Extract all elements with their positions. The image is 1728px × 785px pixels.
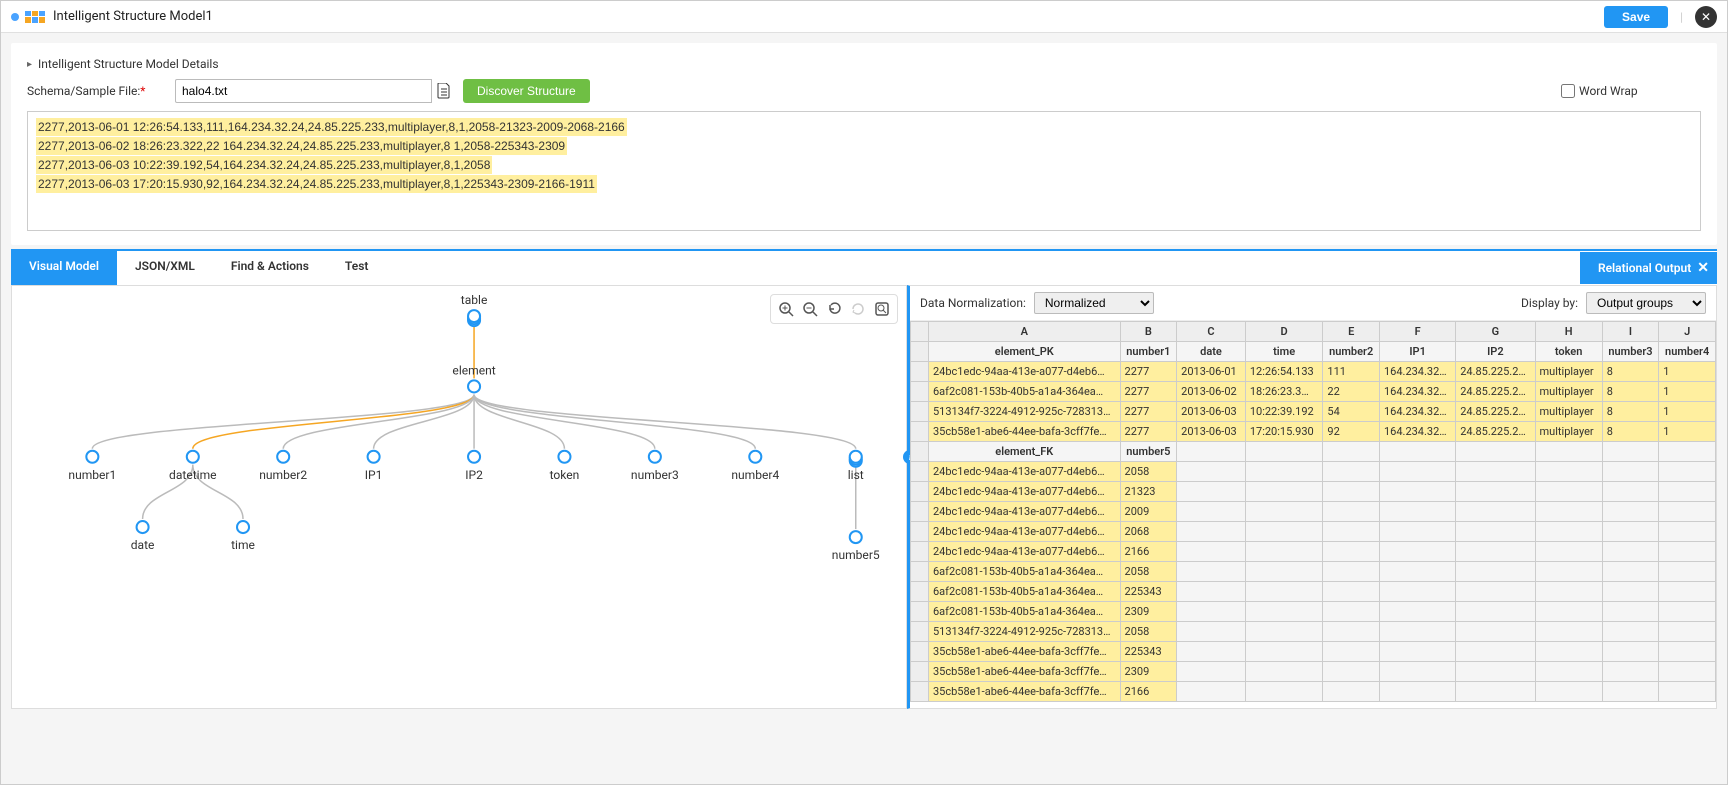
table-row[interactable]: 6af2c081-153b-40b5-a1a4-364ea…2058 <box>911 562 1716 582</box>
divider: | <box>1680 10 1683 24</box>
svg-text:number5: number5 <box>832 548 880 562</box>
display-by-label: Display by: <box>1521 296 1578 310</box>
tree-node-number4[interactable]: number4 <box>731 451 779 482</box>
table-row[interactable]: 24bc1edc-94aa-413e-a077-d4eb6…2058 <box>911 462 1716 482</box>
svg-text:date: date <box>131 538 155 552</box>
tree-node-IP1[interactable]: IP1 <box>365 451 383 482</box>
tree-node-date[interactable]: date <box>131 521 155 552</box>
svg-text:number3: number3 <box>631 468 679 482</box>
table-row[interactable]: 6af2c081-153b-40b5-a1a4-364ea…2309 <box>911 602 1716 622</box>
schema-file-input[interactable] <box>175 79 455 103</box>
file-picker-icon[interactable] <box>431 79 455 103</box>
table-row[interactable]: 24bc1edc-94aa-413e-a077-d4eb6…2068 <box>911 522 1716 542</box>
tree-node-number2[interactable]: number2 <box>259 451 307 482</box>
details-toggle[interactable]: Intelligent Structure Model Details <box>27 57 1701 71</box>
display-by-select[interactable]: Output groups <box>1586 292 1706 314</box>
table-row[interactable]: 35cb58e1-abe6-44ee-bafa-3cff7fe…2309 <box>911 662 1716 682</box>
table-row[interactable]: 24bc1edc-94aa-413e-a077-d4eb6…2009 <box>911 502 1716 522</box>
page-title: Intelligent Structure Model1 <box>53 9 213 24</box>
normalization-label: Data Normalization: <box>920 296 1026 310</box>
svg-text:token: token <box>550 468 580 482</box>
tree-node-number5[interactable]: number5 <box>832 531 880 562</box>
svg-text:table: table <box>461 293 488 307</box>
model-tree[interactable]: tableelementnumber1datetimenumber2IP1IP2… <box>12 286 906 708</box>
tree-node-time[interactable]: time <box>231 521 255 552</box>
sample-data-preview: 2277,2013-06-01 12:26:54.133,111,164.234… <box>27 111 1701 231</box>
svg-text:IP1: IP1 <box>365 468 383 482</box>
word-wrap-toggle[interactable]: Word Wrap <box>1561 84 1701 98</box>
tab-test[interactable]: Test <box>327 251 387 285</box>
svg-text:element: element <box>452 363 495 377</box>
schema-file-label: Schema/Sample File:* <box>27 84 167 98</box>
tree-node-token[interactable]: token <box>550 451 580 482</box>
tab-relational-output[interactable]: Relational Output ✕ <box>1580 252 1717 284</box>
tree-node-number3[interactable]: number3 <box>631 451 679 482</box>
unsaved-dot-icon <box>11 13 19 21</box>
svg-text:list: list <box>848 468 864 482</box>
svg-text:datetime: datetime <box>169 468 217 482</box>
table-row[interactable]: 24bc1edc-94aa-413e-a077-d4eb6…2166 <box>911 542 1716 562</box>
tree-node-list[interactable]: list <box>848 451 864 482</box>
svg-text:IP2: IP2 <box>465 468 483 482</box>
discover-structure-button[interactable]: Discover Structure <box>463 79 590 103</box>
save-button[interactable]: Save <box>1604 6 1668 28</box>
tab-json-xml[interactable]: JSON/XML <box>117 251 213 285</box>
svg-text:number4: number4 <box>731 468 779 482</box>
svg-text:time: time <box>231 538 255 552</box>
tab-find-actions[interactable]: Find & Actions <box>213 251 327 285</box>
tree-node-number1[interactable]: number1 <box>68 451 116 482</box>
table-row[interactable]: 513134f7-3224-4912-925c-728313…2058 <box>911 622 1716 642</box>
tab-visual-model[interactable]: Visual Model <box>11 251 117 285</box>
normalization-select[interactable]: Normalized <box>1034 292 1154 314</box>
table-row[interactable]: 35cb58e1-abe6-44ee-bafa-3cff7fe…2166 <box>911 682 1716 702</box>
table-row[interactable]: 6af2c081-153b-40b5-a1a4-364ea…225343 <box>911 582 1716 602</box>
tree-node-table[interactable]: table <box>461 293 488 326</box>
table-row[interactable]: 35cb58e1-abe6-44ee-bafa-3cff7fe…225343 <box>911 642 1716 662</box>
table-row[interactable]: 35cb58e1-abe6-44ee-bafa-3cff7fe…22772013… <box>911 422 1716 442</box>
table-row[interactable]: 24bc1edc-94aa-413e-a077-d4eb6…21323 <box>911 482 1716 502</box>
close-icon[interactable]: ✕ <box>1695 6 1717 28</box>
word-wrap-checkbox[interactable] <box>1561 84 1575 98</box>
table-row[interactable]: 6af2c081-153b-40b5-a1a4-364ea…22772013-0… <box>911 382 1716 402</box>
close-relational-icon[interactable]: ✕ <box>1697 260 1709 276</box>
tree-node-IP2[interactable]: IP2 <box>465 451 483 482</box>
table-row[interactable]: 513134f7-3224-4912-925c-728313…22772013-… <box>911 402 1716 422</box>
app-logo-icon <box>25 11 45 23</box>
table-row[interactable]: 24bc1edc-94aa-413e-a077-d4eb6…22772013-0… <box>911 362 1716 382</box>
relational-grid[interactable]: ABCDEFGHIJ element_PKnumber1datetimenumb… <box>910 321 1716 702</box>
svg-text:number1: number1 <box>68 468 116 482</box>
svg-text:number2: number2 <box>259 468 307 482</box>
